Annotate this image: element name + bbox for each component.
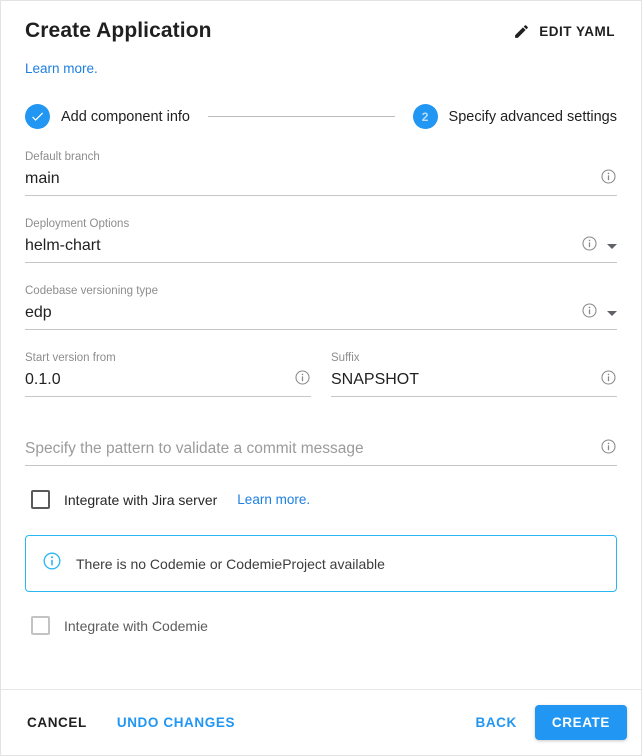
info-icon[interactable] [294, 369, 311, 391]
page-title: Create Application [25, 19, 212, 42]
info-circle-icon [42, 551, 62, 576]
info-icon[interactable] [600, 438, 617, 460]
field-label-default-branch: Default branch [25, 151, 100, 163]
field-default-branch[interactable]: Default branch main [25, 151, 617, 196]
field-label-codebase-versioning-type: Codebase versioning type [25, 285, 158, 297]
chevron-down-icon[interactable] [607, 310, 617, 316]
chevron-down-icon[interactable] [607, 243, 617, 249]
edit-yaml-button[interactable]: EDIT YAML [511, 19, 617, 44]
stepper-step-label-1: Add component info [61, 108, 190, 125]
step-number: 2 [421, 109, 429, 124]
integrate-with-codemie-label: Integrate with Codemie [64, 617, 208, 634]
deployment-options-select[interactable]: helm-chart [25, 236, 617, 256]
pencil-icon [513, 23, 530, 40]
start-version-from-input[interactable]: 0.1.0 [25, 370, 311, 390]
field-adornments [600, 369, 617, 391]
integrate-with-codemie-checkbox [31, 616, 50, 635]
info-icon[interactable] [600, 168, 617, 190]
cancel-button[interactable]: CANCEL [15, 706, 99, 739]
field-adornments [600, 438, 617, 460]
learn-more-link-jira[interactable]: Learn more. [237, 492, 310, 507]
field-label-suffix: Suffix [331, 352, 360, 364]
codemie-checkbox-row: Integrate with Codemie [25, 616, 617, 635]
field-adornments [581, 302, 617, 324]
jira-checkbox-row: Integrate with Jira server Learn more. [25, 490, 617, 509]
field-adornments [581, 235, 617, 257]
field-adornments [294, 369, 311, 391]
dialog-footer: CANCEL UNDO CHANGES BACK CREATE [1, 689, 641, 755]
learn-more-link-top[interactable]: Learn more. [25, 61, 98, 76]
undo-changes-button[interactable]: UNDO CHANGES [105, 706, 247, 739]
codemie-unavailable-alert: There is no Codemie or CodemieProject av… [25, 535, 617, 592]
edit-yaml-label: EDIT YAML [539, 23, 615, 39]
dialog-header: Create Application EDIT YAML [1, 1, 641, 45]
field-codebase-versioning-type[interactable]: Codebase versioning type edp [25, 285, 617, 330]
advanced-settings-form: Default branch main Deployment Options h… [1, 151, 641, 635]
stepper-connector [207, 116, 395, 117]
commit-message-pattern-input[interactable]: Specify the pattern to validate a commit… [25, 439, 617, 459]
field-label-start-version-from: Start version from [25, 352, 116, 364]
learn-more-top-container: Learn more. [1, 45, 641, 78]
create-button[interactable]: CREATE [534, 705, 627, 740]
codebase-versioning-type-select[interactable]: edp [25, 303, 617, 323]
step-number-badge: 2 [412, 104, 438, 129]
field-start-version-from[interactable]: Start version from 0.1.0 [25, 352, 311, 397]
info-icon[interactable] [581, 235, 598, 257]
info-icon[interactable] [581, 302, 598, 324]
field-label-deployment-options: Deployment Options [25, 218, 130, 230]
suffix-input[interactable]: SNAPSHOT [331, 370, 617, 390]
field-commit-message-pattern[interactable]: Specify the pattern to validate a commit… [25, 439, 617, 466]
info-icon[interactable] [600, 369, 617, 391]
stepper-step-label-2: Specify advanced settings [448, 108, 617, 125]
integrate-with-jira-checkbox[interactable] [31, 490, 50, 509]
footer-right-actions: BACK CREATE [463, 705, 627, 740]
default-branch-input[interactable]: main [25, 169, 617, 189]
footer-left-actions: CANCEL UNDO CHANGES [15, 706, 247, 739]
field-adornments [600, 168, 617, 190]
field-suffix[interactable]: Suffix SNAPSHOT [331, 352, 617, 397]
version-row: Start version from 0.1.0 Suffix SNAPSHOT [25, 352, 617, 419]
stepper-step-add-component-info[interactable]: Add component info [25, 104, 190, 129]
stepper: Add component info 2 Specify advanced se… [1, 78, 641, 129]
stepper-step-specify-advanced-settings[interactable]: 2 Specify advanced settings [412, 104, 617, 129]
integrate-with-jira-label: Integrate with Jira server [64, 491, 218, 508]
create-application-dialog: Create Application EDIT YAML Learn more.… [0, 0, 642, 756]
field-deployment-options[interactable]: Deployment Options helm-chart [25, 218, 617, 263]
back-button[interactable]: BACK [463, 706, 528, 739]
check-icon [25, 104, 50, 129]
alert-message: There is no Codemie or CodemieProject av… [76, 555, 385, 572]
